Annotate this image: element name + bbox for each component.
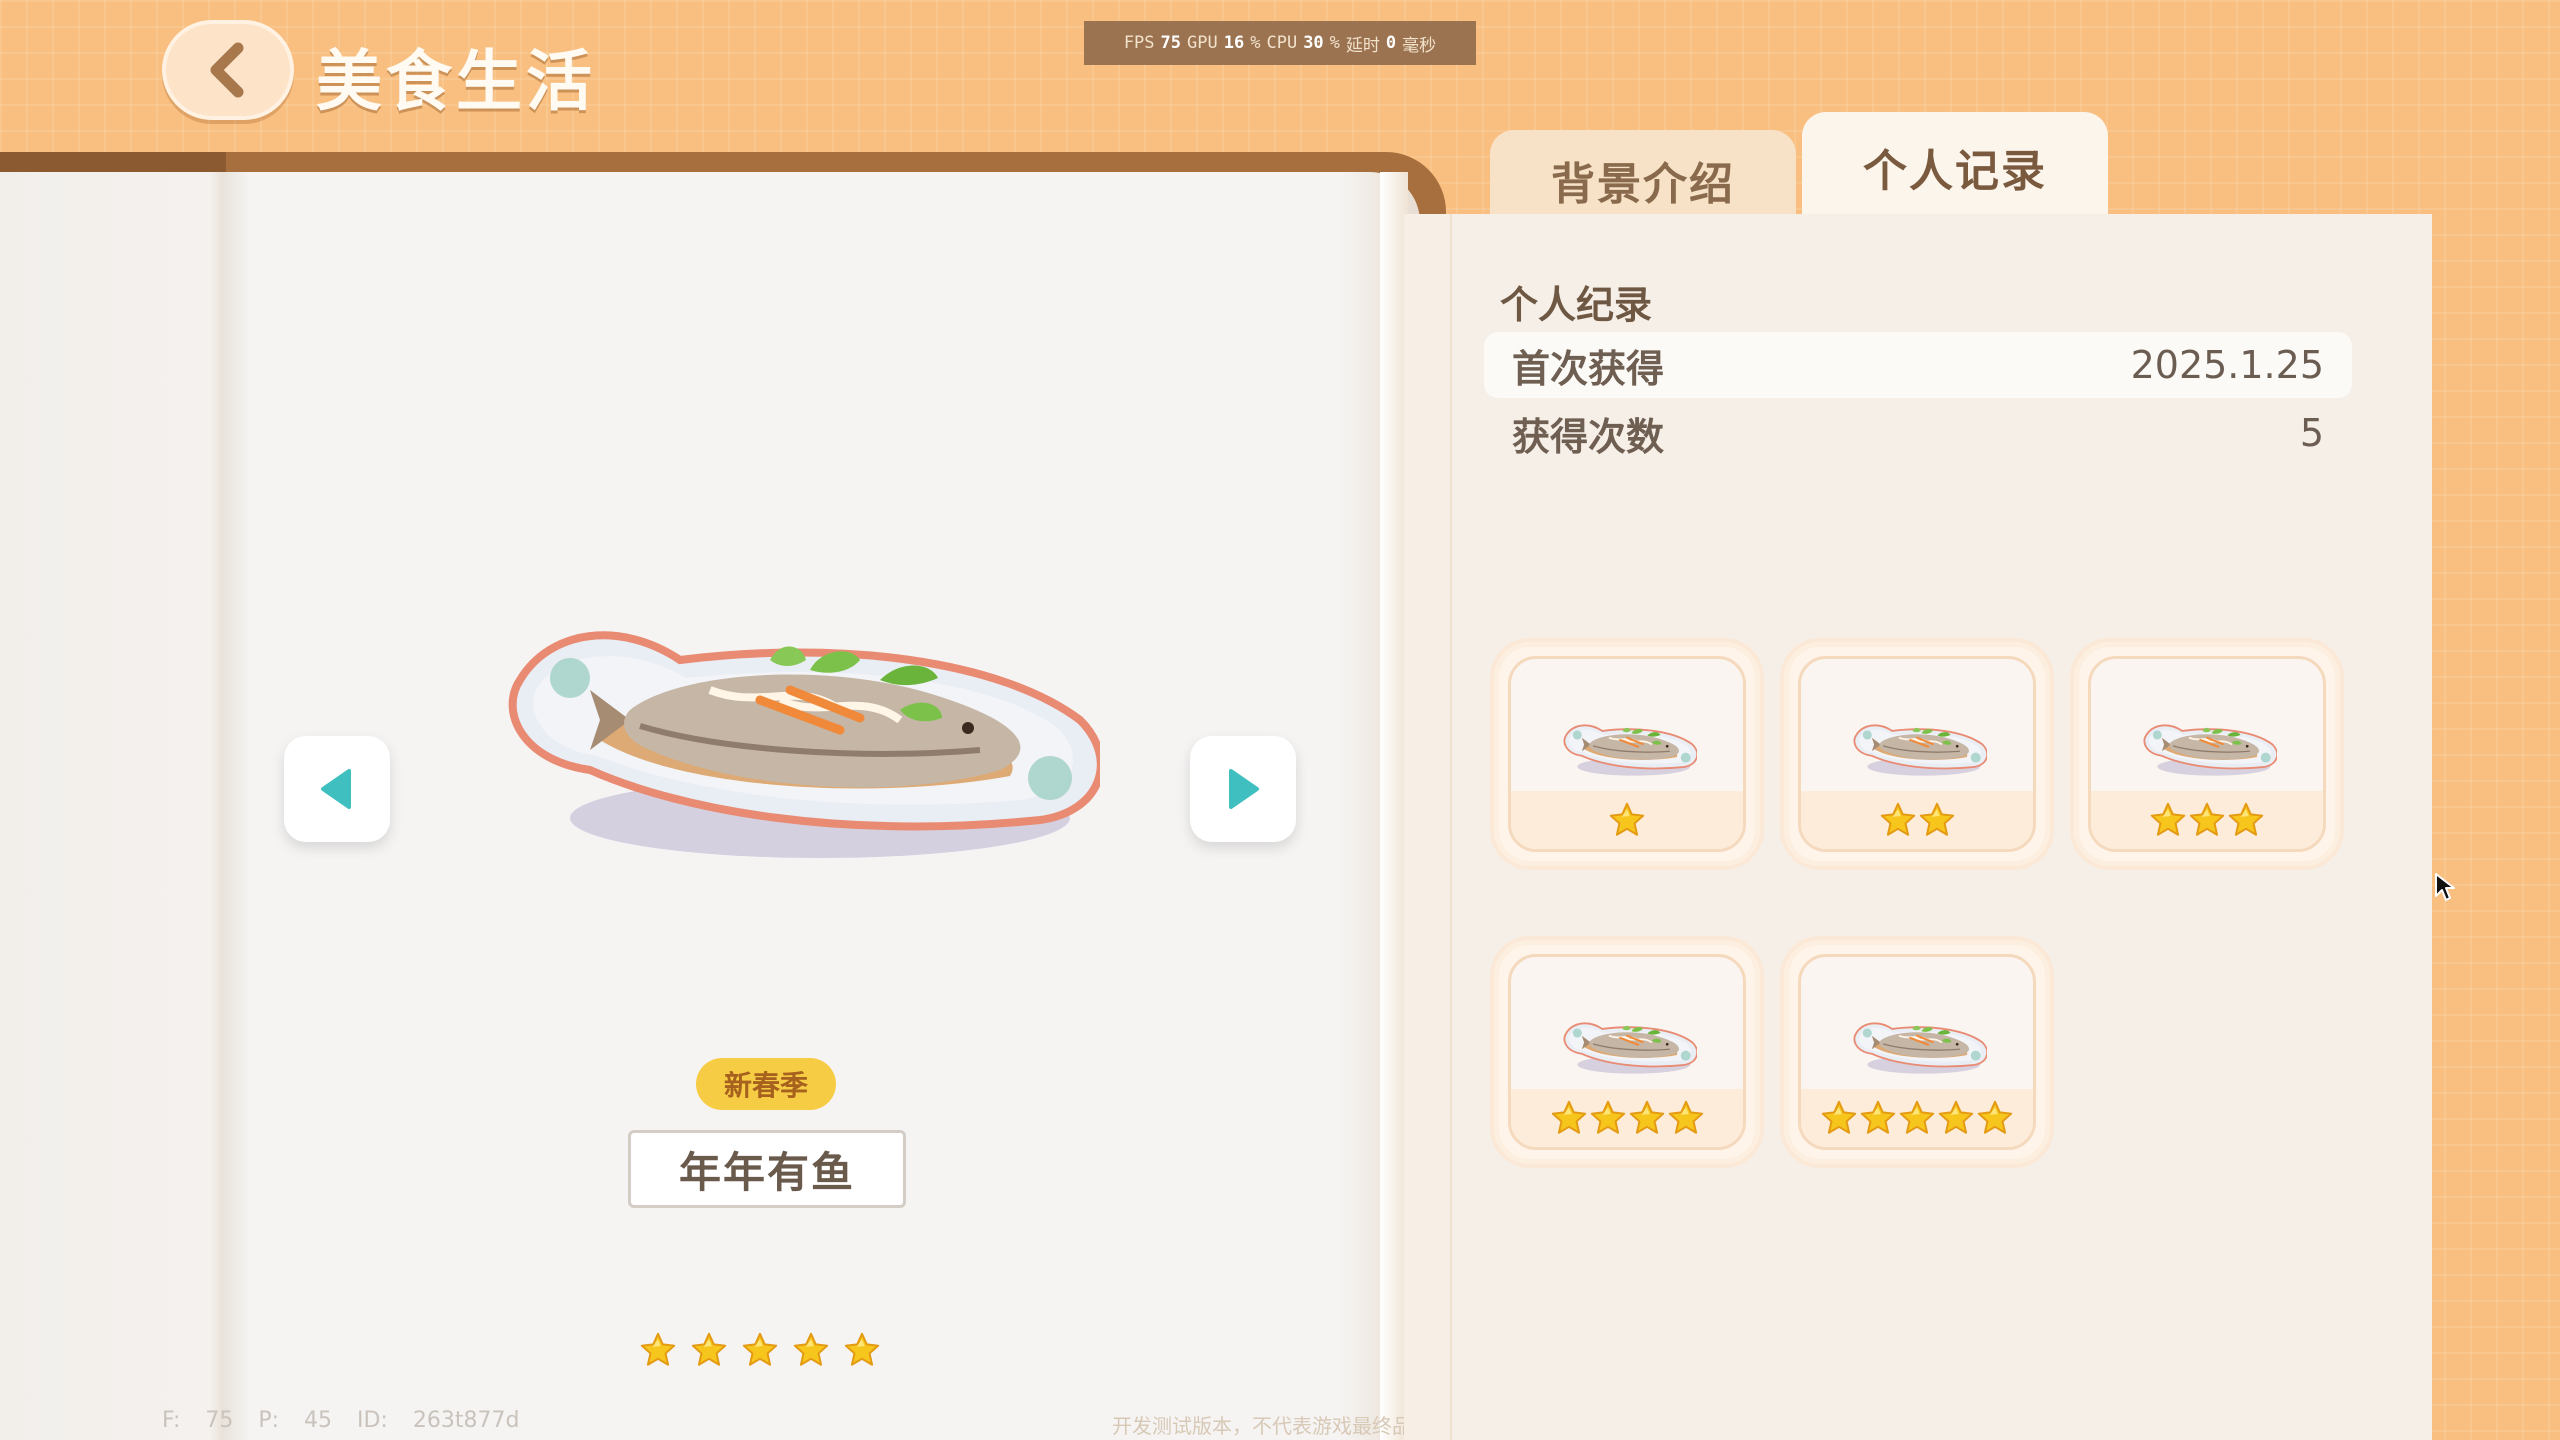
section-title: 个人纪录 bbox=[1500, 283, 1653, 327]
build-watermark: 开发测试版本，不代表游戏最终品质 bbox=[1112, 1414, 1432, 1438]
variant-card-frame bbox=[2088, 656, 2326, 852]
variant-dish-image bbox=[1557, 717, 1697, 781]
page-title: 美食生活 bbox=[316, 43, 596, 120]
next-dish-button[interactable] bbox=[1190, 736, 1296, 842]
star-icon bbox=[640, 1332, 676, 1368]
record-label: 首次获得 bbox=[1512, 346, 1665, 391]
star-icon bbox=[1629, 1100, 1665, 1136]
cpu-unit: % bbox=[1329, 33, 1340, 53]
dish-name: 年年有鱼 bbox=[628, 1130, 906, 1208]
gpu-value: 16 bbox=[1223, 33, 1245, 53]
latency-label: 延时 bbox=[1345, 35, 1380, 56]
latency-value: 0 bbox=[1385, 33, 1397, 53]
variant-dish-image bbox=[1557, 1015, 1697, 1079]
quality-variant-card[interactable] bbox=[2070, 638, 2344, 870]
record-value: 2025.1.25 bbox=[2130, 343, 2324, 387]
back-button[interactable] bbox=[162, 20, 294, 120]
gpu-unit: % bbox=[1250, 33, 1261, 53]
star-icon bbox=[1551, 1100, 1587, 1136]
cpu-value: 30 bbox=[1303, 33, 1324, 53]
variant-star-rating bbox=[1511, 1089, 1743, 1147]
star-icon bbox=[1821, 1100, 1857, 1136]
record-value: 5 bbox=[2299, 411, 2324, 455]
variant-dish-image bbox=[2137, 717, 2277, 781]
dish-rating bbox=[640, 1332, 880, 1368]
star-icon bbox=[1590, 1100, 1626, 1136]
star-icon bbox=[1977, 1100, 2013, 1136]
gpu-label: GPU bbox=[1187, 33, 1218, 53]
star-icon bbox=[2150, 802, 2186, 838]
variant-card-frame bbox=[1508, 656, 1746, 852]
variant-star-rating bbox=[1801, 1089, 2033, 1147]
latency-unit: 毫秒 bbox=[1402, 35, 1437, 56]
variant-star-rating bbox=[2091, 791, 2323, 849]
star-icon bbox=[1919, 802, 1955, 838]
star-icon bbox=[1938, 1100, 1974, 1136]
star-icon bbox=[1609, 802, 1645, 838]
previous-dish-button[interactable] bbox=[284, 736, 390, 842]
variant-star-rating bbox=[1801, 791, 2033, 849]
variant-card-frame bbox=[1508, 954, 1746, 1150]
chevron-left-icon bbox=[210, 42, 244, 98]
star-icon bbox=[844, 1332, 880, 1368]
triangle-left-icon bbox=[321, 769, 351, 809]
quality-variant-card[interactable] bbox=[1780, 638, 2054, 870]
variant-card-frame bbox=[1798, 656, 2036, 852]
record-row-obtain-count: 获得次数 5 bbox=[1484, 400, 2352, 466]
season-badge: 新春季 bbox=[696, 1058, 836, 1110]
star-icon bbox=[2228, 802, 2264, 838]
star-icon bbox=[742, 1332, 778, 1368]
mouse-cursor-icon bbox=[2435, 873, 2455, 901]
fps-value: 75 bbox=[1160, 33, 1182, 53]
book-spine-strip bbox=[0, 152, 226, 174]
tab-personal-record[interactable]: 个人记录 bbox=[1802, 112, 2108, 222]
star-icon bbox=[793, 1332, 829, 1368]
quality-variant-card[interactable] bbox=[1490, 936, 1764, 1168]
star-icon bbox=[2189, 802, 2225, 838]
star-icon bbox=[1860, 1100, 1896, 1136]
cpu-label: CPU bbox=[1266, 33, 1298, 53]
triangle-right-icon bbox=[1229, 769, 1259, 809]
variant-star-rating bbox=[1511, 791, 1743, 849]
star-icon bbox=[691, 1332, 727, 1368]
fps-label: FPS bbox=[1123, 33, 1155, 53]
star-icon bbox=[1899, 1100, 1935, 1136]
record-label: 获得次数 bbox=[1512, 414, 1665, 459]
star-icon bbox=[1668, 1100, 1704, 1136]
variant-card-frame bbox=[1798, 954, 2036, 1150]
debug-info: F: 75 P: 45 ID: 263t877d bbox=[162, 1408, 520, 1433]
performance-overlay: FPS 75 GPU 16% CPU 30% 延时 0 毫秒 bbox=[1084, 21, 1476, 65]
variant-dish-image bbox=[1847, 1015, 1987, 1079]
record-row-first-obtained: 首次获得 2025.1.25 bbox=[1484, 332, 2352, 398]
star-icon bbox=[1880, 802, 1916, 838]
quality-variant-card[interactable] bbox=[1780, 936, 2054, 1168]
variant-dish-image bbox=[1847, 717, 1987, 781]
dish-image bbox=[480, 600, 1100, 880]
quality-variant-card[interactable] bbox=[1490, 638, 1764, 870]
